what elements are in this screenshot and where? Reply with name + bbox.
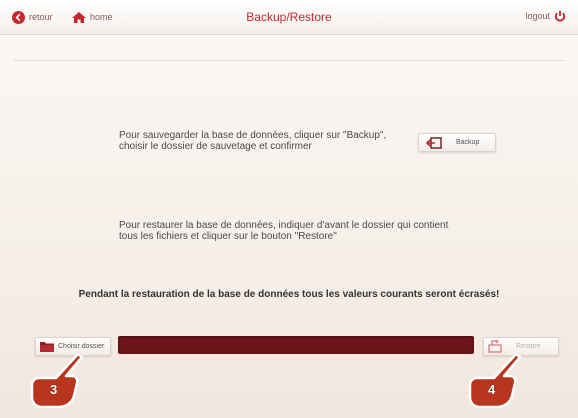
logout-button[interactable]: logout: [525, 10, 566, 22]
logout-label: logout: [525, 11, 550, 21]
page-title: Backup/Restore: [246, 10, 332, 24]
step-marker-4: 4: [466, 352, 526, 413]
restore-button-label: Restore: [516, 343, 541, 350]
backup-icon: [426, 136, 442, 149]
marker-4-number: 4: [488, 382, 496, 397]
choose-folder-label: Choisir dossier: [58, 343, 105, 350]
backup-text-line2: choisir le dossier de sauvetage et confi…: [119, 141, 312, 152]
backup-instructions: Pour sauvegarder la base de données, cli…: [119, 130, 409, 152]
backup-text-line1: Pour sauvegarder la base de données, cli…: [119, 130, 387, 141]
top-bar: retour home Backup/Restore logout: [0, 0, 578, 35]
folder-path-field[interactable]: [118, 336, 474, 354]
divider: [14, 60, 564, 61]
marker-3-number: 3: [50, 382, 58, 397]
backup-button-label: Backup: [456, 139, 480, 146]
hand-pointer-icon: [30, 352, 84, 409]
folder-icon: [40, 342, 54, 352]
power-icon: [554, 10, 566, 22]
step-marker-3: 3: [28, 352, 88, 413]
restore-instructions: Pour restaurer la base de données, indiq…: [119, 220, 499, 242]
app-window: retour home Backup/Restore logout Pour s…: [0, 0, 578, 418]
hand-pointer-icon: [468, 352, 522, 409]
backup-button[interactable]: Backup: [418, 133, 496, 152]
restore-warning: Pendant la restauration de la base de do…: [78, 289, 500, 300]
restore-text-line1: Pour restaurer la base de données, indiq…: [119, 220, 449, 231]
restore-text-line2: tous les fichiers et cliquer sur le bout…: [119, 231, 337, 242]
